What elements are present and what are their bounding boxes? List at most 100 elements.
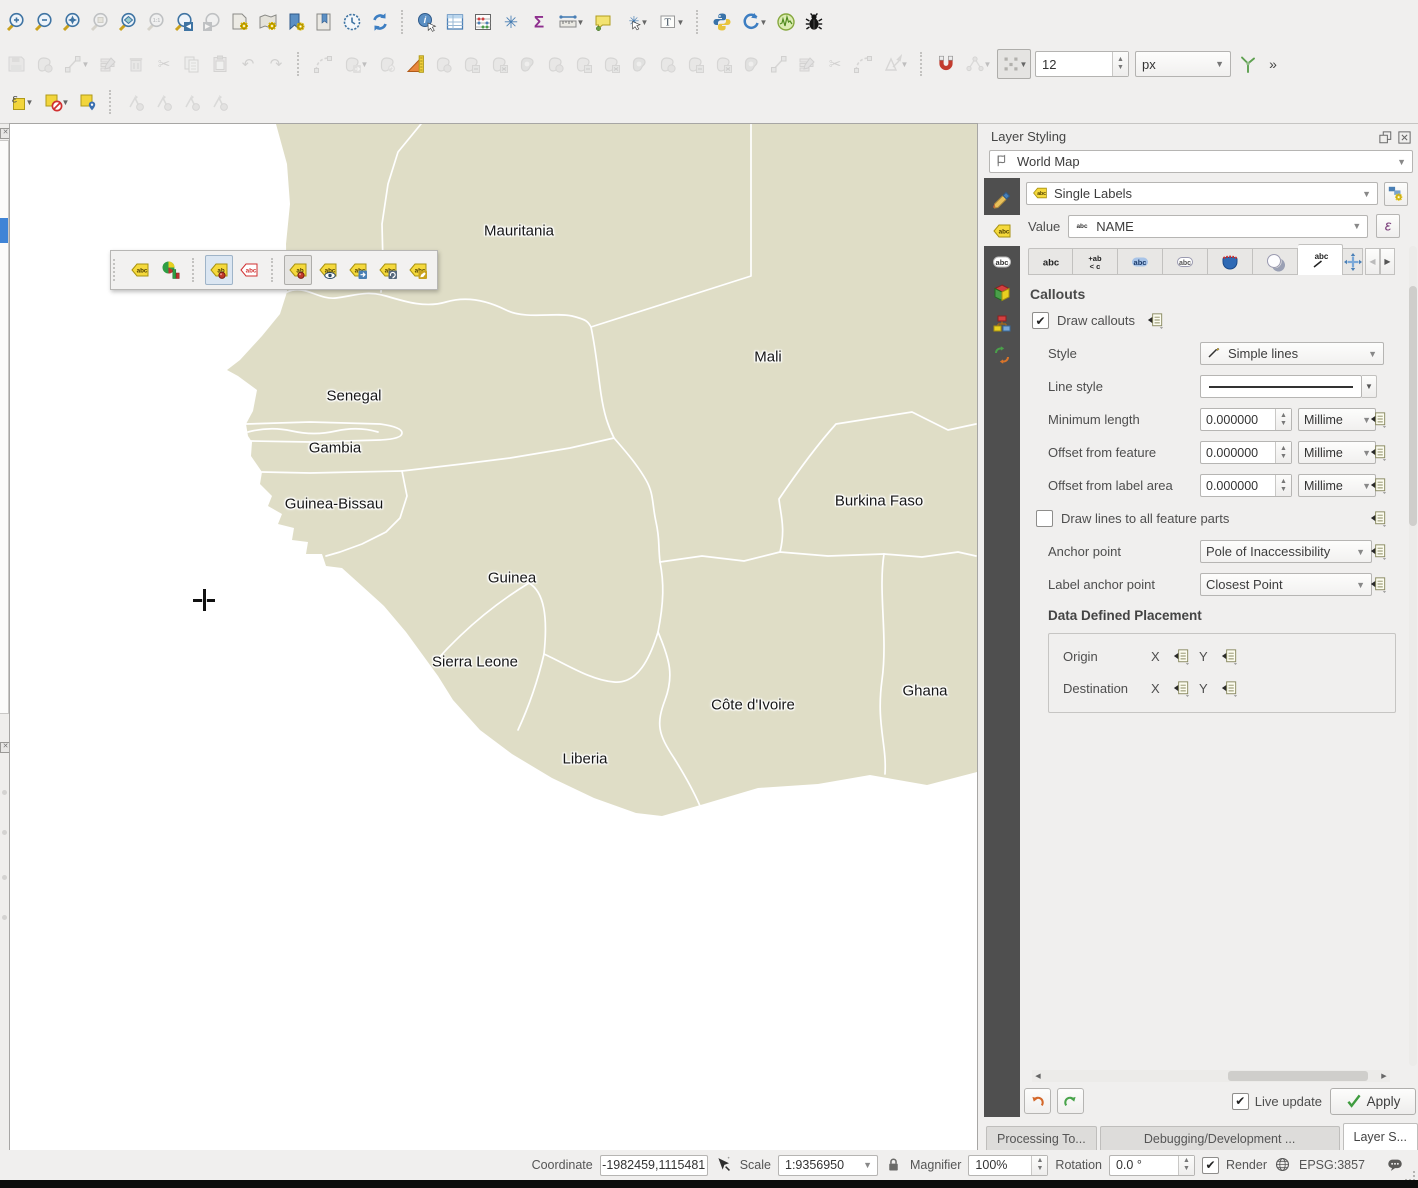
styling-tab-symbology[interactable] xyxy=(984,184,1020,215)
advanced-digitizing-button[interactable] xyxy=(402,49,428,79)
measure-line-button[interactable]: ▼ xyxy=(554,7,588,37)
dock-tab-debugging-development-[interactable]: Debugging/Development ... xyxy=(1100,1126,1340,1150)
map-canvas[interactable]: MauritaniaMaliSenegalGambiaGuinea-Bissau… xyxy=(10,124,977,1150)
format-tab-text[interactable]: abc xyxy=(1028,248,1073,275)
render-checkbox[interactable]: ✔ xyxy=(1202,1157,1219,1174)
run-feature-action-button[interactable]: ✳▼ xyxy=(618,7,652,37)
snapping-tolerance[interactable]: 12▲▼ xyxy=(1035,51,1129,77)
pin-unpin-labels-button[interactable]: ab xyxy=(284,255,312,285)
layer-select-combo[interactable]: World Map ▼ xyxy=(989,150,1413,173)
data-defined-override-button[interactable] xyxy=(1366,541,1390,563)
snap-to-grid-button[interactable]: ▼ xyxy=(997,49,1031,79)
delete-part-button[interactable] xyxy=(626,49,652,79)
format-tab-formatting[interactable]: +ab< c xyxy=(1073,248,1118,275)
cut-features-button[interactable]: ✂ xyxy=(151,49,177,79)
undo-style-button[interactable] xyxy=(1024,1088,1051,1114)
toggle-unplaced-labels-button[interactable]: abc xyxy=(235,255,263,285)
topological-editing-button[interactable]: ▼ xyxy=(961,49,995,79)
styling-tab-view-3d[interactable] xyxy=(984,277,1020,308)
format-tab-shadow[interactable] xyxy=(1253,248,1298,275)
zoom-out-button[interactable] xyxy=(31,7,57,37)
destination-x-override-button[interactable] xyxy=(1169,677,1193,699)
lock-icon[interactable] xyxy=(885,1156,903,1174)
data-defined-override-button[interactable] xyxy=(1366,409,1390,431)
open-attribute-table-button[interactable] xyxy=(442,7,468,37)
scale-combo[interactable]: 1:9356950▼ xyxy=(778,1155,878,1176)
line-style-dropdown-button[interactable]: ▼ xyxy=(1362,375,1377,398)
zoom-to-selection-button[interactable] xyxy=(87,7,113,37)
live-update-checkbox[interactable]: ✔ xyxy=(1232,1093,1249,1110)
data-defined-override-button[interactable] xyxy=(1366,508,1390,530)
value-field-combo[interactable]: abc NAME ▼ xyxy=(1068,215,1368,238)
format-tab-placement[interactable] xyxy=(1343,248,1363,275)
add-part-button[interactable] xyxy=(570,49,596,79)
rotate-annotation-button[interactable] xyxy=(122,87,148,117)
dock-tab-layer-s-[interactable]: Layer S... xyxy=(1343,1123,1418,1150)
delete-selected-button[interactable] xyxy=(123,49,149,79)
styling-tab-diagrams[interactable] xyxy=(984,308,1020,339)
trim-extend-button[interactable] xyxy=(794,49,820,79)
merge-attributes-button[interactable] xyxy=(682,49,708,79)
tabs-scroll-left-button[interactable]: ◀ xyxy=(1365,248,1380,275)
identify-features-button[interactable]: i xyxy=(414,7,440,37)
map-tips-button[interactable] xyxy=(590,7,616,37)
rotate-label-button[interactable]: abc xyxy=(374,255,402,285)
pin-labels-button[interactable] xyxy=(75,87,101,117)
vertex-tool-button[interactable]: ▼ xyxy=(59,49,93,79)
expression-builder-button[interactable]: ε xyxy=(1376,214,1400,238)
merge-features-button[interactable] xyxy=(654,49,680,79)
minimum-length-input[interactable]: 0.000000▲▼ xyxy=(1200,408,1292,431)
origin-x-override-button[interactable] xyxy=(1169,645,1193,667)
simplify-feature-button[interactable] xyxy=(738,49,764,79)
digitize-curve-button[interactable] xyxy=(310,49,336,79)
plugin-reload-button[interactable]: ▼ xyxy=(737,7,771,37)
format-tab-background[interactable] xyxy=(1208,248,1253,275)
refresh-map-button[interactable] xyxy=(367,7,393,37)
elevation-profile-button[interactable] xyxy=(773,7,799,37)
field-calculator-button[interactable] xyxy=(470,7,496,37)
messages-icon[interactable] xyxy=(1386,1156,1404,1174)
format-tab-mask[interactable]: abc xyxy=(1163,248,1208,275)
undo-button[interactable]: ↶ xyxy=(235,49,261,79)
prevent-labels-button[interactable]: ▼ xyxy=(39,87,73,117)
data-defined-override-button[interactable] xyxy=(1366,574,1390,596)
align-features-button[interactable] xyxy=(850,49,876,79)
split-features-button[interactable] xyxy=(458,49,484,79)
statistical-summary-button[interactable]: Σ xyxy=(526,7,552,37)
zoom-in-button[interactable] xyxy=(3,7,29,37)
processing-toolbox-button[interactable]: ✳ xyxy=(498,7,524,37)
panel-vertical-scrollbar[interactable] xyxy=(1409,246,1417,1066)
origin-y-override-button[interactable] xyxy=(1217,645,1241,667)
debugging-tools-button[interactable] xyxy=(801,7,827,37)
redo-button[interactable]: ↷ xyxy=(263,49,289,79)
zoom-to-layer-button[interactable] xyxy=(115,7,141,37)
draw-callouts-checkbox[interactable]: ✔ xyxy=(1032,312,1049,329)
offset-from-feature-input[interactable]: 0.000000▲▼ xyxy=(1200,441,1292,464)
delete-annotation-button[interactable] xyxy=(206,87,232,117)
snapping-unit[interactable]: px▼ xyxy=(1135,51,1231,77)
zoom-full-extent-button[interactable] xyxy=(59,7,85,37)
toggle-editing-button[interactable] xyxy=(31,49,57,79)
close-panel-icon[interactable] xyxy=(1397,130,1410,143)
cursor-position-icon[interactable] xyxy=(715,1156,733,1174)
new-3d-map-view-button[interactable] xyxy=(255,7,281,37)
draw-lines-checkbox[interactable] xyxy=(1036,510,1053,527)
show-hide-labels-button[interactable]: abc xyxy=(314,255,342,285)
toolbar-overflow[interactable]: » xyxy=(1263,49,1283,79)
styling-tab-labels[interactable]: abc xyxy=(984,215,1020,246)
automated-placement-settings-button[interactable] xyxy=(1384,182,1408,206)
panel-horizontal-scrollbar[interactable]: ◀▶ xyxy=(1032,1070,1390,1082)
split-parts-button[interactable] xyxy=(486,49,512,79)
format-tab-buffer[interactable]: abc xyxy=(1118,248,1163,275)
callout-style-combo[interactable]: Simple lines ▼ xyxy=(1200,342,1384,365)
fill-ring-button[interactable] xyxy=(514,49,540,79)
layer-diagram-options-button[interactable] xyxy=(156,255,184,285)
minimum-length-unit-combo[interactable]: Millime▼ xyxy=(1298,408,1376,431)
styling-tab-mask[interactable]: abc xyxy=(984,246,1020,277)
change-label-properties-button[interactable]: abc xyxy=(404,255,432,285)
offset-curve-button[interactable] xyxy=(766,49,792,79)
zoom-last-button[interactable] xyxy=(171,7,197,37)
copy-move-features-button[interactable] xyxy=(374,49,400,79)
redo-style-button[interactable] xyxy=(1057,1088,1084,1114)
line-style-preview[interactable] xyxy=(1200,375,1362,398)
